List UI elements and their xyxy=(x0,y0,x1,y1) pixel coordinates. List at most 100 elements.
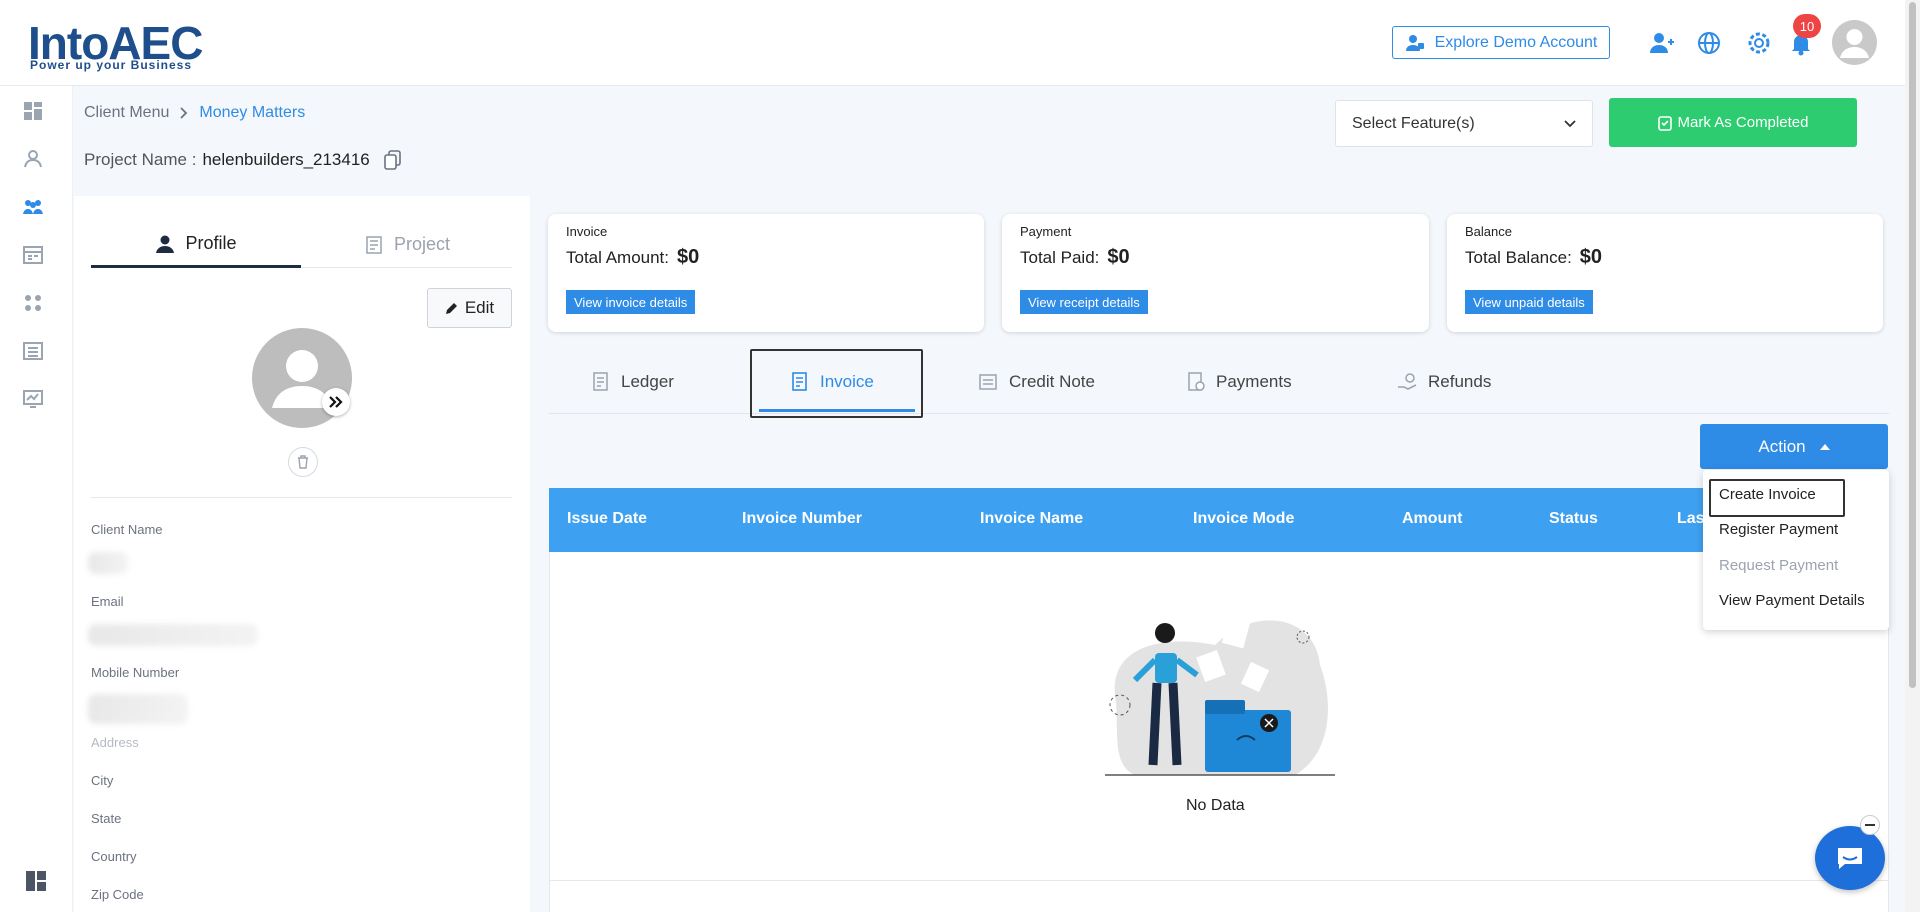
caret-up-icon xyxy=(1819,443,1830,450)
active-tab-indicator xyxy=(759,409,915,412)
col-last[interactable]: Las xyxy=(1677,510,1705,528)
card-total-amount: $0 xyxy=(1579,246,1603,268)
blurred-mobile xyxy=(88,694,188,724)
breadcrumb-root[interactable]: Client Menu xyxy=(84,104,169,122)
menu-request-payment: Request Payment xyxy=(1719,557,1839,574)
project-name-label: Project Name : xyxy=(84,150,197,169)
col-issue-date[interactable]: Issue Date xyxy=(567,510,647,528)
gear-icon[interactable] xyxy=(1744,28,1774,58)
payments-icon xyxy=(1188,372,1205,391)
card-title: Balance xyxy=(1465,224,1512,239)
tab-refunds-label: Refunds xyxy=(1428,372,1492,391)
card-total-label: Total Amount: xyxy=(566,248,670,267)
project-name: Project Name : helenbuilders_213416 xyxy=(84,150,402,170)
copy-icon[interactable] xyxy=(383,150,402,170)
breadcrumb-current[interactable]: Money Matters xyxy=(199,104,305,122)
table-bottom-border xyxy=(549,880,1889,881)
logo-tagline: Power up your Business xyxy=(30,58,193,72)
app-logo[interactable]: IntoAEC Power up your Business xyxy=(28,10,203,72)
left-rail xyxy=(0,86,73,912)
network-icon[interactable] xyxy=(22,292,44,314)
tab-profile-label: Profile xyxy=(185,233,237,253)
no-data-illustration xyxy=(1105,617,1335,776)
explore-demo-button[interactable]: Explore Demo Account xyxy=(1392,26,1610,59)
card-total-amount: $0 xyxy=(1107,246,1130,268)
minus-icon xyxy=(1865,824,1875,826)
mark-completed-label: Mark As Completed xyxy=(1677,114,1809,131)
field-state-label: State xyxy=(91,811,122,826)
card-total-line: Total Amount: $0 xyxy=(566,246,699,269)
trash-icon xyxy=(298,455,308,469)
project-name-value: helenbuilders_213416 xyxy=(202,150,370,169)
balance-summary-card: Balance Total Balance: $0 View unpaid de… xyxy=(1447,214,1883,332)
layout-toggle-icon[interactable] xyxy=(25,870,47,892)
card-title: Invoice xyxy=(566,224,608,239)
card-total-line: Total Balance: $0 xyxy=(1465,246,1602,269)
select-feature-dropdown[interactable]: Select Feature(s) xyxy=(1335,100,1593,147)
building-doc-icon xyxy=(366,235,382,254)
tab-refunds[interactable]: Refunds xyxy=(1396,360,1491,404)
action-label: Action xyxy=(1758,436,1806,456)
tab-profile[interactable]: Profile xyxy=(91,222,301,268)
tab-project-label: Project xyxy=(393,234,451,254)
menu-view-payment-details[interactable]: View Payment Details xyxy=(1719,592,1865,609)
view-unpaid-details-button[interactable]: View unpaid details xyxy=(1465,290,1593,314)
menu-register-payment[interactable]: Register Payment xyxy=(1719,521,1838,538)
blurred-email xyxy=(88,624,258,646)
col-invoice-mode[interactable]: Invoice Mode xyxy=(1193,510,1294,528)
person-icon xyxy=(156,235,175,253)
tab-invoice-label: Invoice xyxy=(820,372,874,391)
refund-icon xyxy=(1398,373,1417,390)
edit-profile-button[interactable]: Edit xyxy=(427,288,512,328)
chat-widget-button[interactable] xyxy=(1815,826,1885,890)
chevron-down-icon xyxy=(1564,120,1576,128)
field-address-label: Address xyxy=(91,735,139,750)
monitor-chart-icon[interactable] xyxy=(22,388,44,410)
mark-completed-button[interactable]: Mark As Completed xyxy=(1609,98,1857,147)
field-country-label: Country xyxy=(91,849,137,864)
person-icon xyxy=(1840,29,1869,58)
tab-credit-note[interactable]: Credit Note xyxy=(977,360,1095,404)
field-city-label: City xyxy=(91,773,114,788)
add-user-icon[interactable] xyxy=(1646,28,1676,58)
chat-icon xyxy=(1838,848,1862,869)
delete-avatar-button[interactable] xyxy=(288,447,318,477)
clients-icon[interactable] xyxy=(22,196,44,218)
chat-minimize-button[interactable] xyxy=(1860,815,1880,835)
tab-payments-label: Payments xyxy=(1216,372,1292,391)
dashboard-icon[interactable] xyxy=(22,100,44,122)
field-client-name-label: Client Name xyxy=(91,522,163,537)
tab-payments[interactable]: Payments xyxy=(1186,360,1292,404)
col-invoice-name[interactable]: Invoice Name xyxy=(980,510,1083,528)
scrollbar-thumb[interactable] xyxy=(1909,2,1916,688)
expand-avatar-button[interactable] xyxy=(322,388,350,416)
edit-label: Edit xyxy=(464,298,495,317)
user-avatar[interactable] xyxy=(1832,20,1877,65)
view-invoice-details-button[interactable]: View invoice details xyxy=(566,290,696,314)
focus-outline xyxy=(1709,479,1845,517)
notification-badge: 10 xyxy=(1793,14,1821,38)
field-email-label: Email xyxy=(91,594,124,609)
calendar-icon[interactable] xyxy=(22,244,44,266)
tab-invoice[interactable]: Invoice xyxy=(790,360,874,404)
pencil-icon xyxy=(445,303,457,314)
invoice-icon xyxy=(792,372,807,391)
invoice-summary-card: Invoice Total Amount: $0 View invoice de… xyxy=(548,214,984,332)
profile-divider xyxy=(91,497,512,498)
col-status[interactable]: Status xyxy=(1549,510,1598,528)
tab-project[interactable]: Project xyxy=(302,222,512,268)
col-invoice-number[interactable]: Invoice Number xyxy=(742,510,862,528)
field-mobile-label: Mobile Number xyxy=(91,665,180,680)
view-receipt-details-button[interactable]: View receipt details xyxy=(1020,290,1148,314)
no-data-text: No Data xyxy=(1186,797,1245,814)
col-amount[interactable]: Amount xyxy=(1402,510,1462,528)
card-total-label: Total Balance: xyxy=(1465,248,1572,267)
vertical-scrollbar[interactable] xyxy=(1905,0,1920,912)
team-icon[interactable] xyxy=(22,148,44,170)
credit-note-icon xyxy=(979,374,997,390)
list-icon[interactable] xyxy=(22,340,44,362)
globe-icon[interactable] xyxy=(1694,28,1724,58)
action-dropdown-button[interactable]: Action xyxy=(1700,424,1888,469)
blurred-client-name xyxy=(88,552,128,574)
tab-ledger[interactable]: Ledger xyxy=(591,360,674,404)
